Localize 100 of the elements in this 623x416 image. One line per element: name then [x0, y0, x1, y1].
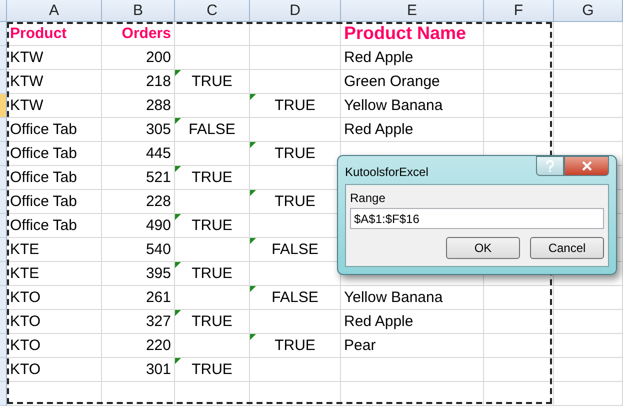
table-cell: TRUE — [250, 94, 341, 118]
row-header[interactable] — [0, 334, 7, 358]
table-cell: 200 — [102, 46, 175, 70]
row-header[interactable] — [0, 286, 7, 310]
row-header[interactable] — [0, 262, 7, 286]
column-header[interactable]: G — [554, 0, 623, 22]
column-header[interactable]: D — [250, 0, 341, 22]
cancel-button[interactable]: Cancel — [530, 237, 604, 259]
table-cell: 301 — [102, 358, 175, 382]
table-cell — [554, 382, 623, 406]
row-header[interactable] — [0, 22, 7, 46]
table-cell — [554, 22, 623, 46]
row-header[interactable] — [0, 46, 7, 70]
row-header[interactable] — [0, 94, 7, 118]
table-cell: TRUE — [175, 262, 250, 286]
table-cell — [484, 358, 554, 382]
table-cell: KTW — [7, 94, 102, 118]
table-cell — [554, 46, 623, 70]
table-cell: Orders — [102, 22, 175, 46]
help-button[interactable] — [536, 156, 564, 176]
table-cell — [484, 46, 554, 70]
table-cell: Product Name — [341, 22, 484, 46]
table-cell — [484, 334, 554, 358]
table-cell: 261 — [102, 286, 175, 310]
row-header[interactable] — [0, 358, 7, 382]
table-cell: KTO — [7, 358, 102, 382]
close-icon — [582, 161, 592, 171]
row-header[interactable] — [0, 238, 7, 262]
table-cell — [484, 94, 554, 118]
table-cell: KTE — [7, 262, 102, 286]
ok-button[interactable]: OK — [446, 237, 520, 259]
table-cell — [484, 310, 554, 334]
table-cell — [554, 310, 623, 334]
table-cell — [554, 286, 623, 310]
error-indicator-icon — [250, 238, 256, 244]
close-button[interactable] — [564, 156, 609, 176]
error-indicator-icon — [175, 358, 181, 364]
table-cell: 218 — [102, 70, 175, 94]
table-cell: KTO — [7, 334, 102, 358]
row-header[interactable] — [0, 382, 7, 406]
error-indicator-icon — [250, 334, 256, 340]
table-cell: Office Tab — [7, 118, 102, 142]
select-all-corner[interactable] — [0, 0, 7, 22]
row-header[interactable] — [0, 310, 7, 334]
table-cell — [554, 70, 623, 94]
table-cell: 540 — [102, 238, 175, 262]
table-cell — [554, 358, 623, 382]
error-indicator-icon — [175, 118, 181, 124]
column-header[interactable]: E — [341, 0, 484, 22]
table-cell: KTO — [7, 310, 102, 334]
table-cell: Red Apple — [341, 46, 484, 70]
table-cell — [484, 286, 554, 310]
error-indicator-icon — [175, 70, 181, 76]
table-cell: 305 — [102, 118, 175, 142]
table-cell: Office Tab — [7, 214, 102, 238]
table-cell: Office Tab — [7, 190, 102, 214]
table-cell: TRUE — [175, 70, 250, 94]
row-header[interactable] — [0, 166, 7, 190]
table-cell — [484, 22, 554, 46]
error-indicator-icon — [175, 166, 181, 172]
table-cell: FALSE — [175, 118, 250, 142]
row-header[interactable] — [0, 70, 7, 94]
table-cell — [554, 94, 623, 118]
table-cell: 327 — [102, 310, 175, 334]
table-cell: 228 — [102, 190, 175, 214]
table-cell: KTO — [7, 286, 102, 310]
column-header[interactable]: A — [7, 0, 102, 22]
error-indicator-icon — [250, 94, 256, 100]
row-header[interactable] — [0, 214, 7, 238]
error-indicator-icon — [175, 310, 181, 316]
table-cell — [554, 334, 623, 358]
error-indicator-icon — [175, 214, 181, 220]
table-cell: Yellow Banana — [341, 94, 484, 118]
column-header[interactable]: F — [484, 0, 554, 22]
table-cell — [484, 382, 554, 406]
table-cell: TRUE — [175, 310, 250, 334]
row-header[interactable] — [0, 142, 7, 166]
error-indicator-icon — [250, 286, 256, 292]
table-cell: KTE — [7, 238, 102, 262]
table-cell: 288 — [102, 94, 175, 118]
table-cell: 490 — [102, 214, 175, 238]
table-cell: TRUE — [250, 334, 341, 358]
table-cell: TRUE — [175, 358, 250, 382]
table-cell: Office Tab — [7, 166, 102, 190]
row-header[interactable] — [0, 118, 7, 142]
table-cell: Red Apple — [341, 118, 484, 142]
column-header[interactable]: C — [175, 0, 250, 22]
column-header[interactable]: B — [102, 0, 175, 22]
table-cell: TRUE — [175, 214, 250, 238]
table-cell: KTW — [7, 70, 102, 94]
table-cell: FALSE — [250, 286, 341, 310]
table-cell: 395 — [102, 262, 175, 286]
table-cell: 521 — [102, 166, 175, 190]
table-cell: Product — [7, 22, 102, 46]
table-cell: TRUE — [175, 166, 250, 190]
table-cell — [484, 70, 554, 94]
table-cell: Yellow Banana — [341, 286, 484, 310]
range-field[interactable]: $A$1:$F$16 — [350, 208, 604, 229]
row-header[interactable] — [0, 190, 7, 214]
table-cell: 445 — [102, 142, 175, 166]
